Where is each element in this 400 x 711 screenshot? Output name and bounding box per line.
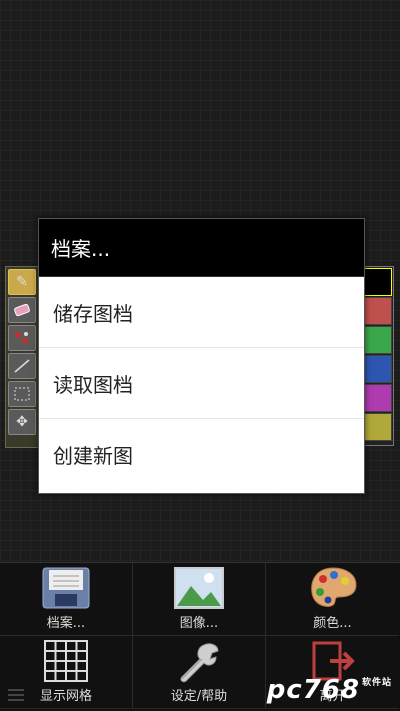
image-label: 图像... (179, 616, 219, 631)
color-swatch-yellow[interactable] (364, 413, 392, 441)
picture-icon (173, 566, 225, 610)
move-icon[interactable]: ✥ (8, 409, 36, 435)
file-label: 档案... (46, 616, 86, 631)
select-icon[interactable] (8, 381, 36, 407)
color-swatch-black[interactable] (364, 268, 392, 296)
color-label: 颜色... (313, 616, 352, 631)
floppy-icon (40, 566, 92, 610)
fill-icon[interactable] (8, 325, 36, 351)
menu-item-save[interactable]: 储存图档 (39, 277, 364, 348)
grid-label: 显示网格 (39, 689, 92, 704)
color-swatch-purple[interactable] (364, 384, 392, 412)
color-button[interactable]: 颜色... (266, 563, 399, 636)
file-dialog: 档案... 储存图档 读取图档 创建新图 (38, 218, 365, 494)
line-icon[interactable] (8, 353, 36, 379)
color-swatch-blue[interactable] (364, 355, 392, 383)
color-palette (362, 266, 394, 446)
bottom-toolbar: 档案... 图像... 颜色... 显示网格 设定/帮助 离开 pc768 软件… (0, 562, 400, 711)
menu-item-new[interactable]: 创建新图 (39, 419, 364, 490)
file-button[interactable]: 档案... (0, 563, 133, 636)
tool-palette: ✎ ✥ (5, 266, 39, 448)
color-swatch-red[interactable] (364, 297, 392, 325)
wrench-icon (173, 639, 225, 683)
palette-icon (307, 566, 359, 610)
color-swatch-green[interactable] (364, 326, 392, 354)
overflow-menu-icon[interactable] (8, 689, 24, 701)
grid-icon (40, 639, 92, 683)
image-button[interactable]: 图像... (133, 563, 266, 636)
dialog-title: 档案... (39, 219, 364, 277)
pencil-icon[interactable]: ✎ (8, 269, 36, 295)
settings-button[interactable]: 设定/帮助 (133, 636, 266, 709)
eraser-icon[interactable] (8, 297, 36, 323)
watermark-logo: pc768 软件站 (266, 675, 392, 705)
menu-item-open[interactable]: 读取图档 (39, 348, 364, 419)
settings-label: 设定/帮助 (170, 689, 228, 704)
